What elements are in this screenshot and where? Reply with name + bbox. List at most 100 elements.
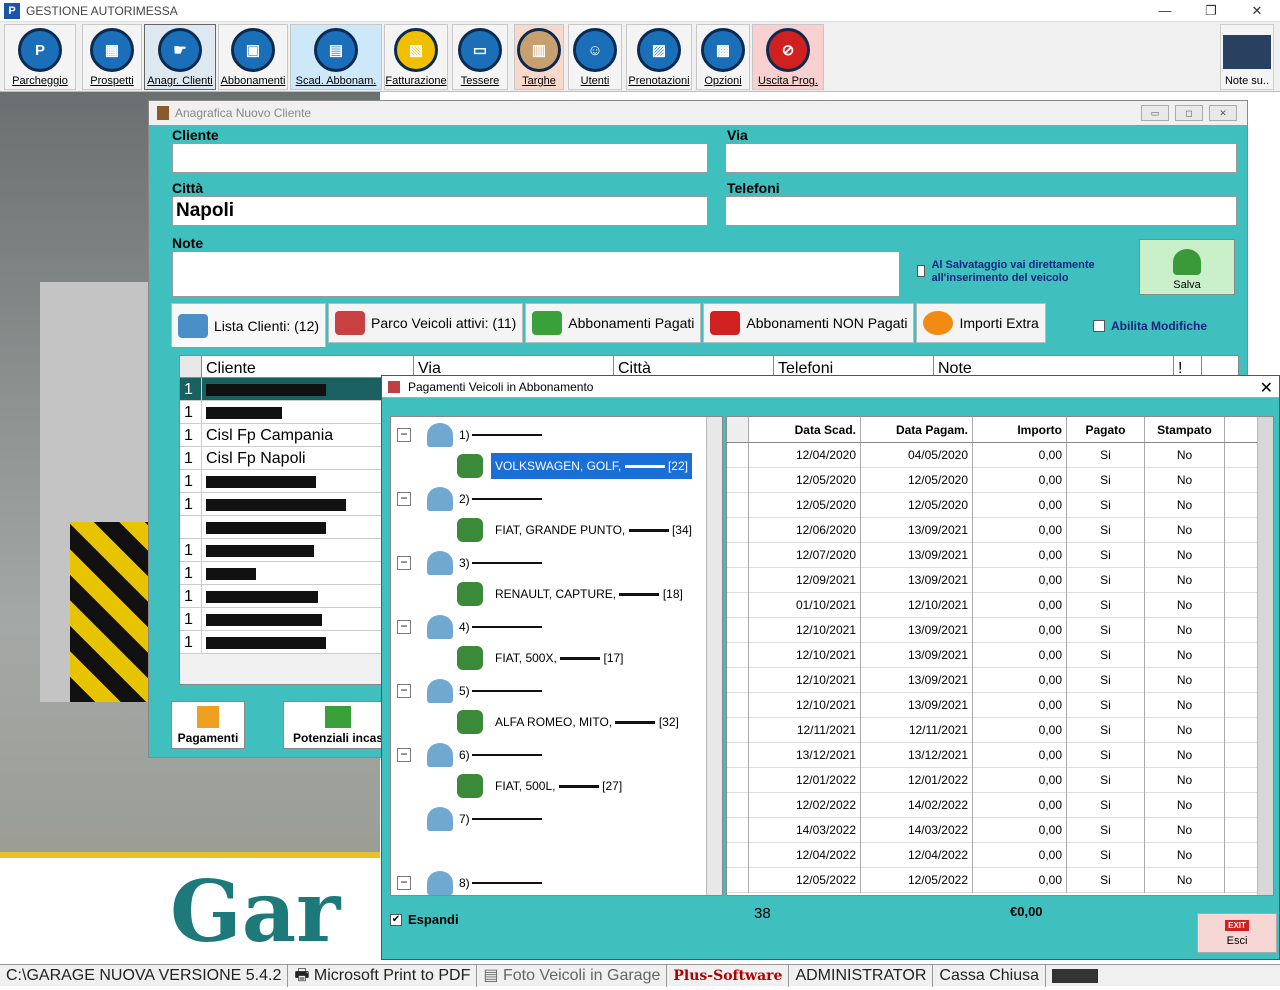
payments-button[interactable]: Pagamenti (171, 701, 245, 749)
tree-client-node[interactable]: −6) (397, 743, 542, 767)
col-cliente[interactable]: Cliente (202, 356, 414, 377)
col-flag[interactable]: ! (1174, 356, 1202, 377)
status-photos[interactable]: ▤ Foto Veicoli in Garage (477, 964, 668, 987)
tree-client-node[interactable]: −5) (397, 679, 542, 703)
col-importo[interactable]: Importo (973, 417, 1067, 442)
tab-client-list[interactable]: Lista Clienti: (12) (171, 303, 327, 347)
espandi-option[interactable]: ✔ Espandi (390, 912, 459, 927)
toolbar-expiry-button[interactable]: ▤ Scad. Abbonam. (290, 24, 382, 90)
payment-row[interactable]: 12/04/2020 04/05/2020 0,00 Si No (727, 442, 1273, 468)
col-telefoni[interactable]: Telefoni (774, 356, 934, 377)
tab-extra-amounts[interactable]: Importi Extra (916, 303, 1046, 343)
payment-row[interactable]: 12/01/2022 12/01/2022 0,00 Si No (727, 767, 1273, 793)
toolbar-exit-button[interactable]: ⊘ Uscita Prog. (752, 24, 824, 90)
payment-row[interactable]: 12/05/2020 12/05/2020 0,00 Si No (727, 492, 1273, 518)
citta-input[interactable]: Napoli (172, 196, 708, 226)
toolbar-plate-button[interactable]: ▥ Targhe (514, 24, 564, 90)
payment-row[interactable]: 12/09/2021 13/09/2021 0,00 Si No (727, 567, 1273, 593)
payment-row[interactable]: 13/12/2021 13/12/2021 0,00 Si No (727, 742, 1273, 768)
toolbar-invoice-button[interactable]: ▧ Fatturazione (384, 24, 448, 90)
toolbar-clients-button[interactable]: ☛ Anagr. Clienti (144, 24, 216, 90)
payment-cell: No (1145, 642, 1225, 668)
payment-row[interactable]: 12/10/2021 13/09/2021 0,00 Si No (727, 692, 1273, 718)
toolbar-subscription-button[interactable]: ▣ Abbonamenti (218, 24, 288, 90)
toolbar-report-button[interactable]: ▦ Prospetti (82, 24, 142, 90)
col-note[interactable]: Note (934, 356, 1174, 377)
close-button[interactable]: ✕ (1234, 0, 1280, 22)
via-input[interactable] (725, 143, 1237, 173)
cliente-input[interactable] (172, 143, 708, 173)
enable-edit-checkbox[interactable] (1093, 320, 1105, 332)
col-data-pagam[interactable]: Data Pagam. (861, 417, 973, 442)
payment-row[interactable]: 12/06/2020 13/09/2021 0,00 Si No (727, 517, 1273, 543)
toolbar-user-button[interactable]: ☺ Utenti (568, 24, 622, 90)
collapse-toggle[interactable]: − (397, 748, 411, 762)
tree-vehicle-node[interactable]: FIAT, GRANDE PUNTO, [34] (457, 517, 696, 543)
status-printer[interactable]: 🖶 Microsoft Print to PDF (288, 964, 478, 987)
window-maximize-button[interactable]: ◻ (1175, 105, 1203, 121)
tree-vehicle-node[interactable]: VOLKSWAGEN, GOLF, [22] (457, 453, 692, 479)
payment-row[interactable]: 12/11/2021 12/11/2021 0,00 Si No (727, 717, 1273, 743)
tree-vehicle-node[interactable]: ALFA ROMEO, MITO, [32] (457, 709, 683, 735)
tree-vehicle-node[interactable]: FIAT, 500X, [17] (457, 645, 628, 671)
enable-edit-option[interactable]: Abilita Modifiche (1093, 319, 1207, 333)
exit-button[interactable]: EXIT Esci (1197, 913, 1277, 953)
user-icon (427, 807, 453, 831)
col-stampato[interactable]: Stampato (1145, 417, 1225, 442)
dialog-close-button[interactable]: ✕ (1260, 378, 1273, 398)
payment-row[interactable]: 12/05/2020 12/05/2020 0,00 Si No (727, 467, 1273, 493)
collapse-toggle[interactable]: − (397, 492, 411, 506)
collapse-toggle[interactable]: − (397, 876, 411, 890)
col-data-scad[interactable]: Data Scad. (749, 417, 861, 442)
tree-vehicle-node[interactable]: FIAT, 500L, [27] (457, 773, 626, 799)
potential-income-button[interactable]: Potenziali incas (283, 701, 393, 749)
payment-row[interactable]: 12/02/2022 14/02/2022 0,00 Si No (727, 792, 1273, 818)
telefoni-input[interactable] (725, 196, 1237, 226)
save-hint-option[interactable]: Al Salvataggio vai direttamente all'inse… (917, 259, 1127, 285)
payment-cell: 12/05/2022 (749, 867, 861, 893)
payment-row[interactable]: 12/04/2022 12/04/2022 0,00 Si No (727, 842, 1273, 868)
payment-row[interactable]: 12/10/2021 13/09/2021 0,00 Si No (727, 667, 1273, 693)
toolbar-options-button[interactable]: ▩ Opzioni (696, 24, 750, 90)
payment-row[interactable]: 01/10/2021 12/10/2021 0,00 Si No (727, 592, 1273, 618)
payment-row[interactable]: 12/07/2020 13/09/2021 0,00 Si No (727, 542, 1273, 568)
tree-client-node[interactable]: −8) (397, 871, 542, 895)
collapse-toggle[interactable]: − (397, 556, 411, 570)
tree-client-node[interactable]: 7) (397, 807, 542, 831)
toolbar-booking-button[interactable]: ▨ Prenotazioni (626, 24, 692, 90)
notes-button[interactable]: Note su.. (1220, 24, 1274, 90)
tree-scrollbar[interactable] (706, 417, 722, 895)
note-textarea[interactable] (172, 251, 900, 297)
window-minimize-button[interactable]: ▭ (1141, 105, 1169, 121)
payment-row[interactable]: 12/10/2021 13/09/2021 0,00 Si No (727, 617, 1273, 643)
col-citta[interactable]: Città (614, 356, 774, 377)
payment-cell: 12/02/2022 (749, 792, 861, 818)
tree-client-node[interactable]: −2) (397, 487, 542, 511)
espandi-checkbox[interactable]: ✔ (390, 913, 402, 926)
tab-paid-subscriptions[interactable]: Abbonamenti Pagati (525, 303, 702, 343)
toolbar-card-button[interactable]: ▭ Tessere (452, 24, 508, 90)
table-scrollbar[interactable] (1257, 417, 1273, 895)
col-via[interactable]: Via (414, 356, 614, 377)
collapse-toggle[interactable]: − (397, 620, 411, 634)
payment-row[interactable]: 12/05/2022 12/05/2022 0,00 Si No (727, 867, 1273, 893)
window-close-button[interactable]: ✕ (1209, 105, 1237, 121)
col-pagato[interactable]: Pagato (1067, 417, 1145, 442)
payment-row[interactable]: 14/03/2022 14/03/2022 0,00 Si No (727, 817, 1273, 843)
save-button[interactable]: Salva (1139, 239, 1235, 295)
tab-unpaid-subscriptions[interactable]: Abbonamenti NON Pagati (703, 303, 915, 343)
tree-client-node[interactable]: −1) (397, 423, 542, 447)
tree-client-node[interactable]: −4) (397, 615, 542, 639)
tree-client-node[interactable]: −3) (397, 551, 542, 575)
collapse-toggle[interactable]: − (397, 684, 411, 698)
maximize-button[interactable]: ❐ (1188, 0, 1234, 22)
tree-vehicle-node[interactable]: RENAULT, CAPTURE, [18] (457, 581, 687, 607)
payment-row[interactable]: 12/10/2021 13/09/2021 0,00 Si No (727, 642, 1273, 668)
minimize-button[interactable]: — (1142, 0, 1188, 22)
collapse-toggle[interactable]: − (397, 428, 411, 442)
toolbar-parking-button[interactable]: P Parcheggio (4, 24, 76, 90)
save-hint-checkbox[interactable] (917, 265, 926, 277)
photo-icon: ▤ (483, 966, 503, 984)
tab-active-vehicles[interactable]: Parco Veicoli attivi: (11) (328, 303, 524, 343)
payment-cell: 0,00 (973, 842, 1067, 868)
